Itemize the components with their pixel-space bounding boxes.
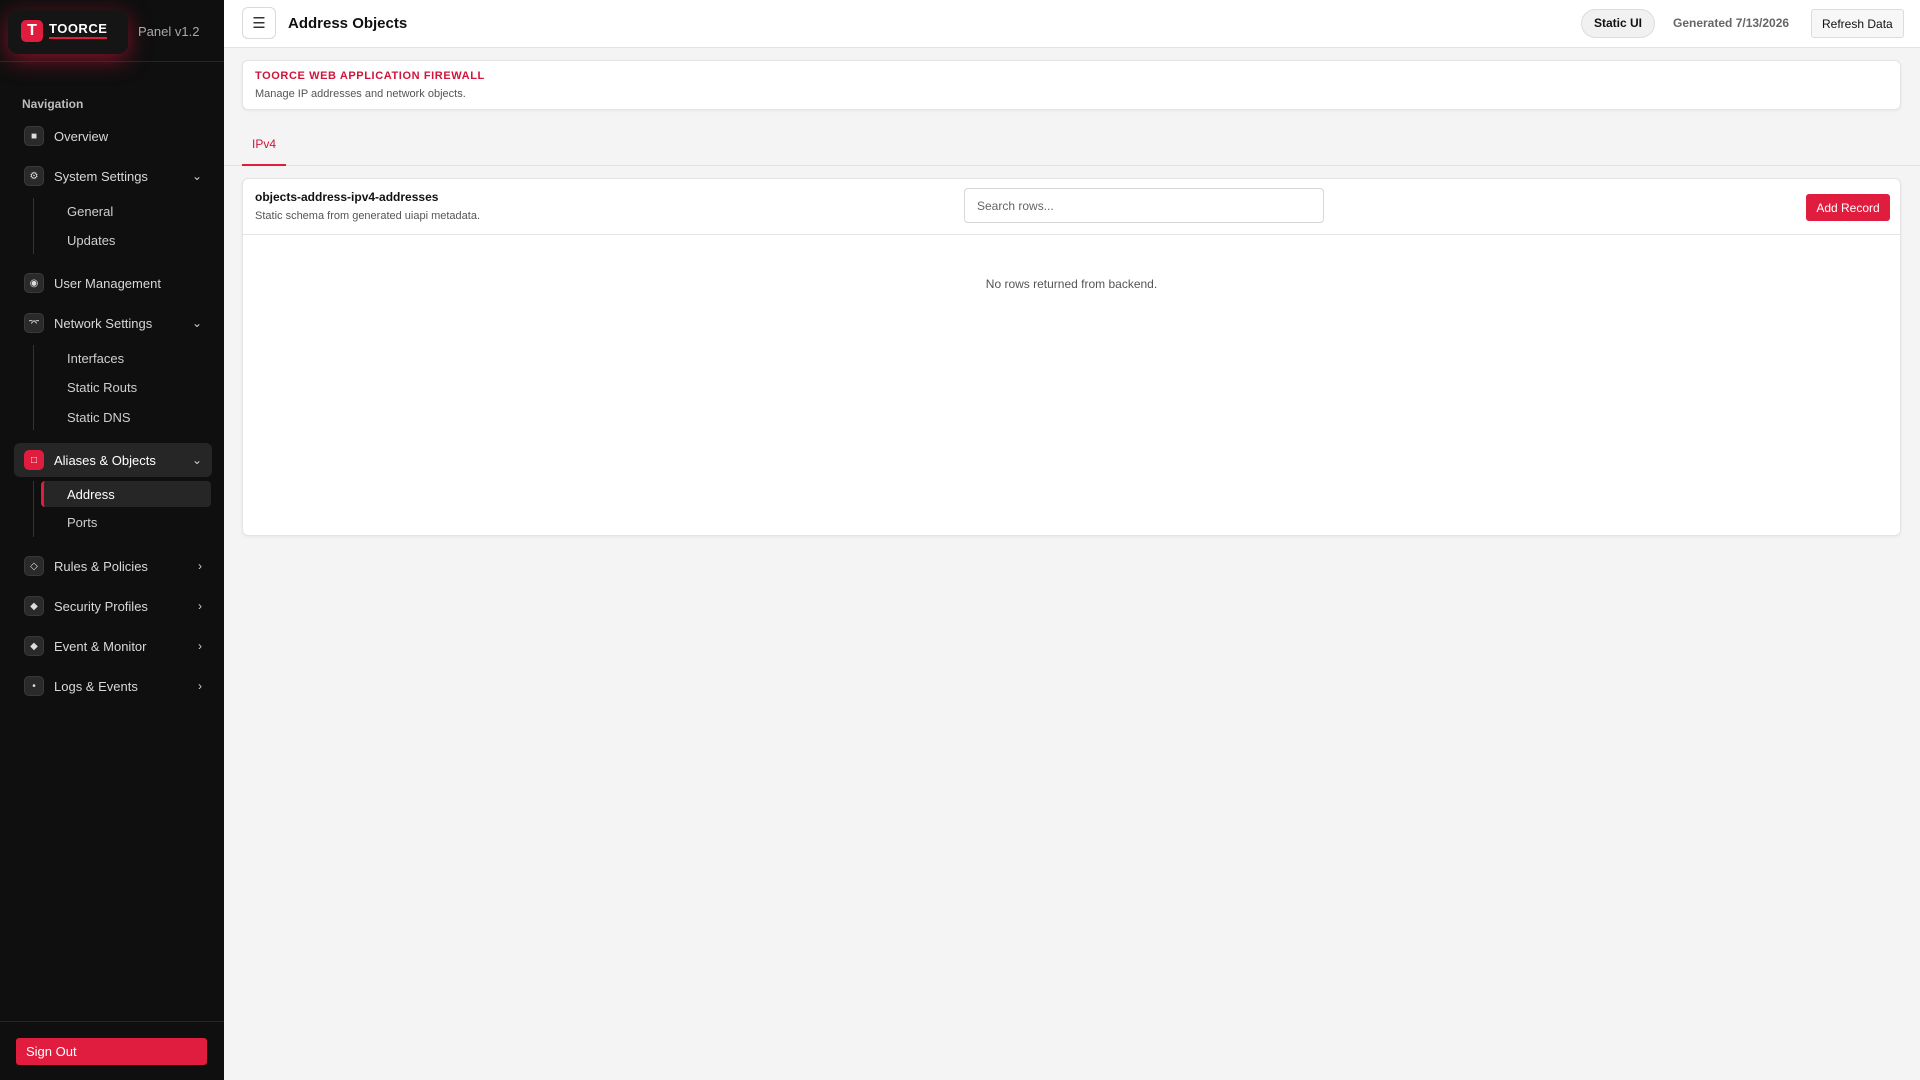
sidebar-subitem-address[interactable]: Address [41,481,211,507]
sidebar-item-label: Security Profiles [54,598,148,614]
chevron-right-icon: › [198,639,202,653]
sidebar-subitem-general[interactable]: General [41,198,211,224]
table-description: Static schema from generated uiapi metad… [255,210,481,222]
sidebar-subitem-static-dns[interactable]: Static DNS [41,404,211,430]
add-record-button[interactable]: Add Record [1806,194,1890,221]
sidebar-item-overview[interactable]: ■ Overview [14,120,212,152]
refresh-data-button[interactable]: Refresh Data [1811,9,1904,38]
search-input[interactable] [964,188,1324,223]
sidebar-item-label: Aliases & Objects [54,452,156,468]
sidebar-item-network-settings[interactable]: ⌤ Network Settings ⌄ [14,307,212,339]
sidebar-item-label: Network Settings [54,315,153,331]
page-header-card: TOORCE WEB APPLICATION FIREWALL Manage I… [242,60,1901,110]
gear-icon: ⚙ [24,166,44,186]
user-icon: ◉ [24,273,44,293]
submenu-line [33,198,34,254]
sidebar-footer: Sign Out [0,1021,224,1080]
sidebar-item-logs-events[interactable]: • Logs & Events › [14,670,212,702]
tab-ipv4[interactable]: IPv4 [242,124,287,166]
product-eyebrow: TOORCE WEB APPLICATION FIREWALL [255,70,485,82]
sidebar-item-label: Logs & Events [54,678,138,694]
sidebar-subitem-static-routs[interactable]: Static Routs [41,374,211,400]
sidebar-subitem-interfaces[interactable]: Interfaces [41,345,211,371]
sign-out-button[interactable]: Sign Out [16,1038,207,1065]
sidebar-item-user-management[interactable]: ◉ User Management [14,267,212,299]
brand-name: TOORCE [49,22,108,39]
chevron-right-icon: › [198,679,202,693]
table-name: objects-address-ipv4-addresses [255,190,439,204]
static-ui-badge: Static UI [1581,9,1656,38]
network-icon: ⌤ [24,313,44,333]
chevron-right-icon: › [198,599,202,613]
dot-icon: • [24,676,44,696]
sidebar-item-label: Overview [54,128,109,144]
chevron-down-icon: ⌄ [191,316,202,330]
sidebar-item-aliases-objects[interactable]: □ Aliases & Objects ⌄ [14,443,212,477]
sidebar-item-label: Event & Monitor [54,638,147,654]
table-header: objects-address-ipv4-addresses Static sc… [243,179,1900,235]
object-icon: □ [24,450,44,470]
nav-heading: Navigation [22,97,84,111]
submenu-line [33,481,34,537]
sidebar-subitem-updates[interactable]: Updates [41,227,211,253]
sidebar-item-rules-policies[interactable]: ◇ Rules & Policies › [14,550,212,582]
hamburger-icon: ☰ [252,15,266,32]
sidebar-item-label: Rules & Policies [54,558,148,574]
diamond-outline-icon: ◇ [24,556,44,576]
generated-date: Generated 7/13/2026 [1673,16,1790,30]
brand-logo[interactable]: T TOORCE [21,19,108,42]
diamond-icon: ◆ [24,596,44,616]
chevron-down-icon: ⌄ [191,453,202,467]
overview-icon: ■ [24,126,44,146]
panel-version: Panel v1.2 [138,24,200,39]
tab-bar: IPv4 [224,124,1920,166]
topbar: ☰ Address Objects Static UI Generated 7/… [224,0,1920,48]
sidebar-item-event-monitor[interactable]: ◆ Event & Monitor › [14,630,212,662]
empty-state-message: No rows returned from backend. [985,277,1158,291]
sidebar-item-label: User Management [54,275,161,291]
sidebar-item-system-settings[interactable]: ⚙ System Settings ⌄ [14,160,212,192]
chevron-down-icon: ⌄ [191,169,202,183]
sidebar: T TOORCE Panel v1.2 Navigation ■ Overvie… [0,0,224,1080]
data-table-card: objects-address-ipv4-addresses Static sc… [242,178,1901,536]
menu-toggle-button[interactable]: ☰ [242,7,276,39]
brand: T TOORCE Panel v1.2 [0,0,224,62]
diamond-icon: ◆ [24,636,44,656]
chevron-right-icon: › [198,559,202,573]
sidebar-item-security-profiles[interactable]: ◆ Security Profiles › [14,590,212,622]
logo-icon: T [21,19,43,42]
page-description: Manage IP addresses and network objects. [255,88,466,100]
submenu-line [33,345,34,430]
page-title: Address Objects [288,15,408,32]
sidebar-subitem-ports[interactable]: Ports [41,509,211,535]
sidebar-item-label: System Settings [54,168,148,184]
